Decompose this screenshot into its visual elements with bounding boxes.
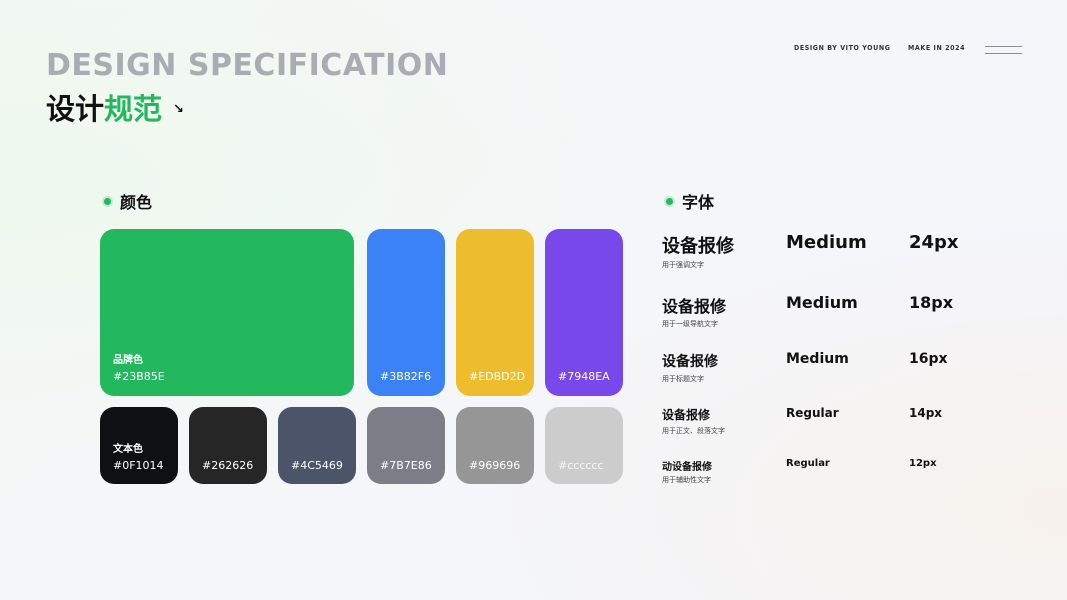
text-color-hex: #cccccc — [558, 459, 604, 472]
accent-color-swatch-blue[interactable]: #3B82F6 — [367, 229, 445, 396]
type-sample-desc: 用于辅助性文字 — [662, 476, 711, 484]
type-sample-size: 16px — [909, 351, 948, 367]
type-sample-desc: 用于标题文字 — [662, 375, 704, 383]
accent-color-swatch-purple[interactable]: #7948EA — [545, 229, 623, 396]
bullet-dot-icon — [104, 197, 111, 205]
accent-color-hex: #EDBD2D — [469, 370, 526, 383]
text-color-name: 文本色 — [113, 444, 143, 455]
type-sample-name: 动设备报修 — [662, 462, 712, 473]
text-color-swatch[interactable]: 文本色 #0F1014 — [100, 407, 178, 484]
text-color-swatch[interactable]: #4C5469 — [278, 407, 356, 484]
accent-color-hex: #3B82F6 — [380, 370, 432, 383]
brand-color-hex: #23B85E — [113, 370, 165, 383]
accent-color-swatch-yellow[interactable]: #EDBD2D — [456, 229, 534, 396]
text-color-swatch[interactable]: #262626 — [189, 407, 267, 484]
bullet-dot-icon — [666, 197, 673, 205]
text-color-swatch[interactable]: #cccccc — [545, 407, 623, 484]
colors-section-header: 颜色 — [104, 189, 152, 213]
text-color-swatch[interactable]: #7B7E86 — [367, 407, 445, 484]
type-sample-name: 设备报修 — [662, 354, 718, 370]
title-english: DESIGN SPECIFICATION — [46, 48, 449, 83]
accent-color-hex: #7948EA — [558, 370, 610, 383]
type-sample-size: 18px — [909, 293, 954, 312]
type-sample-weight: Medium — [786, 232, 867, 253]
type-sample-size: 14px — [909, 406, 943, 420]
arrow-down-right-icon: ↘ — [173, 102, 184, 117]
type-sample-desc: 用于正文、段落文字 — [662, 427, 725, 435]
type-sample-size: 12px — [909, 458, 937, 469]
title-chinese-prefix: 设计 — [46, 92, 105, 126]
make-in-label: MAKE IN 2024 — [908, 44, 966, 52]
colors-section-title: 颜色 — [120, 193, 153, 212]
type-sample-desc: 用于强调文字 — [662, 261, 704, 269]
text-color-hex: #969696 — [469, 459, 521, 472]
type-sample-size: 24px — [909, 232, 959, 253]
brand-color-name: 品牌色 — [113, 355, 143, 366]
design-by-label: DESIGN BY VITO YOUNG — [794, 44, 891, 52]
type-sample-name: 设备报修 — [662, 297, 727, 316]
decorative-line-top — [985, 46, 1022, 47]
type-sample-desc: 用于一级导航文字 — [662, 320, 718, 328]
text-color-hex: #4C5469 — [291, 459, 343, 472]
typography-section-title: 字体 — [682, 193, 715, 212]
typography-section-header: 字体 — [666, 189, 714, 213]
title-chinese-highlight: 规范 — [104, 92, 163, 126]
text-color-hex: #262626 — [202, 459, 254, 472]
brand-color-swatch[interactable]: 品牌色 #23B85E — [100, 229, 354, 396]
type-sample-weight: Medium — [786, 293, 858, 312]
type-sample-weight: Medium — [786, 351, 849, 367]
decorative-line-bottom — [985, 53, 1022, 54]
text-color-hex: #7B7E86 — [380, 459, 432, 472]
text-color-swatch[interactable]: #969696 — [456, 407, 534, 484]
type-sample-weight: Regular — [786, 458, 830, 469]
type-sample-weight: Regular — [786, 406, 839, 420]
type-sample-name: 设备报修 — [662, 408, 711, 422]
text-color-hex: #0F1014 — [113, 459, 164, 472]
type-sample-name: 设备报修 — [662, 236, 734, 257]
title-chinese: 设计规范 — [46, 86, 162, 128]
